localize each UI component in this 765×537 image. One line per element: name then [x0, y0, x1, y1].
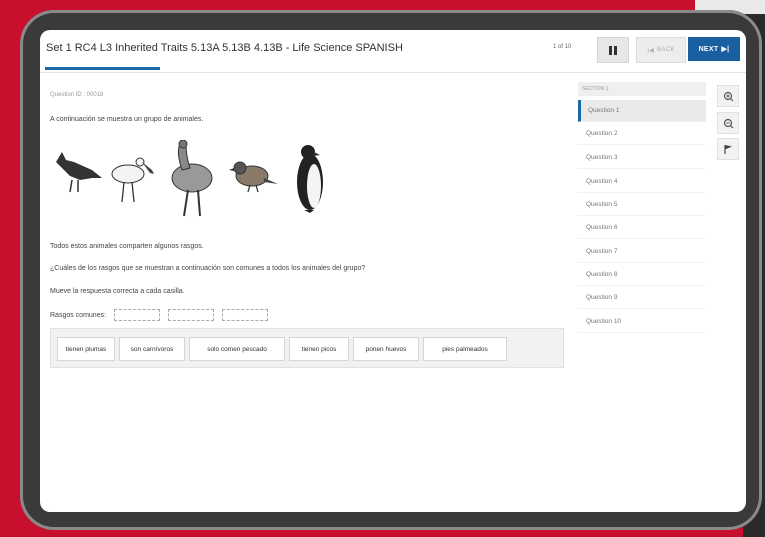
question-statement: Todos estos animales comparten algunos r…: [50, 243, 204, 250]
question-id: Question ID : 00018: [50, 92, 104, 98]
progress-indicator: [45, 67, 160, 70]
question-counter: 1 of 10: [553, 44, 572, 50]
sidebar-item-question-5[interactable]: Question 5: [578, 194, 706, 216]
drop-box-3[interactable]: [221, 309, 268, 321]
animal-group-image: [56, 140, 323, 217]
sparrow-icon: [229, 161, 278, 193]
header-bar: Set 1 RC4 L3 Inherited Traits 5.13A 5.13…: [40, 30, 746, 73]
sidebar-item-question-9[interactable]: Question 9: [578, 287, 706, 309]
pause-icon: [609, 45, 612, 55]
penguin-icon: [297, 145, 323, 213]
next-button[interactable]: NEXT ▶|: [688, 37, 740, 61]
back-button[interactable]: |◀ BACK: [636, 37, 686, 63]
cardinal-icon: [56, 152, 102, 193]
zoom-in-button[interactable]: [717, 85, 739, 107]
question-intro: A continuación se muestra un grupo de an…: [50, 116, 204, 123]
back-label: BACK: [657, 47, 675, 53]
sidebar-item-question-8[interactable]: Question 8: [578, 264, 706, 286]
sidebar-item-question-6[interactable]: Question 6: [578, 217, 706, 239]
sidebar-item-question-3[interactable]: Question 3: [578, 147, 706, 169]
answer-chip[interactable]: ponen huevos: [353, 337, 419, 361]
drop-box-1[interactable]: [113, 309, 160, 321]
answer-chip[interactable]: tienen plumas: [57, 337, 115, 361]
back-icon: |◀: [647, 47, 655, 54]
zoom-out-button[interactable]: [717, 112, 739, 134]
drop-zone-label: Rasgos comunes:: [50, 311, 107, 319]
question-instruction: Mueve la respuesta correcta a cada casil…: [50, 288, 185, 295]
question-prompt: ¿Cuáles de los rasgos que se muestran a …: [50, 265, 366, 272]
flag-icon: [723, 144, 732, 154]
drop-box-2[interactable]: [167, 309, 214, 321]
sidebar-item-question-7[interactable]: Question 7: [578, 241, 706, 263]
spoonbill-icon: [111, 157, 154, 203]
sidebar-item-question-4[interactable]: Question 4: [578, 171, 706, 193]
sidebar-item-question-10[interactable]: Question 10: [578, 311, 706, 333]
next-icon: ▶|: [721, 46, 730, 53]
flag-button[interactable]: [717, 138, 739, 160]
section-header: SECTION 1: [578, 82, 706, 96]
sidebar-item-question-1[interactable]: Question 1: [578, 100, 706, 122]
answer-bank: tienen plumas son carnívoros solo comen …: [50, 328, 564, 368]
test-title: Set 1 RC4 L3 Inherited Traits 5.13A 5.13…: [46, 42, 403, 54]
pause-button[interactable]: [597, 37, 629, 63]
next-label: NEXT: [698, 45, 719, 53]
test-screen: Set 1 RC4 L3 Inherited Traits 5.13A 5.13…: [40, 30, 746, 512]
zoom-in-icon: [723, 91, 733, 101]
answer-chip[interactable]: solo comen pescado: [189, 337, 285, 361]
answer-chip[interactable]: son carnívoros: [119, 337, 185, 361]
emu-icon: [171, 140, 213, 217]
zoom-out-icon: [723, 118, 733, 128]
drop-zone-row: Rasgos comunes:: [50, 309, 268, 321]
answer-chip[interactable]: pies palmeados: [423, 337, 507, 361]
answer-chip[interactable]: tienen picos: [289, 337, 349, 361]
sidebar-item-question-2[interactable]: Question 2: [578, 123, 706, 145]
